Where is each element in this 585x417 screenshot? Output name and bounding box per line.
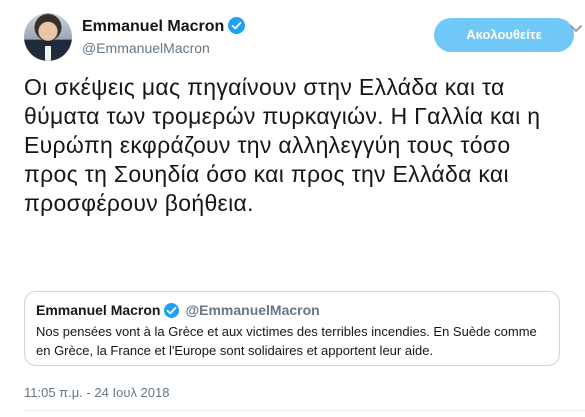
tweet-text: Οι σκέψεις μας πηγαίνουν στην Ελλάδα και… [24, 74, 541, 216]
author-handle[interactable]: @EmmanuelMacron [82, 40, 245, 56]
divider [24, 410, 585, 411]
tweet-timestamp[interactable]: 11:05 π.μ. - 24 Ιουλ 2018 [24, 385, 169, 400]
chevron-down-icon[interactable] [570, 20, 582, 38]
tweet-header: Emmanuel Macron @EmmanuelMacron Ακολουθε… [24, 12, 585, 62]
quoted-author-handle: @EmmanuelMacron [185, 302, 320, 318]
verified-badge-icon [228, 17, 246, 34]
author-name[interactable]: Emmanuel Macron [82, 18, 224, 35]
author-info: Emmanuel Macron @EmmanuelMacron [82, 17, 246, 56]
quoted-tweet[interactable]: Emmanuel Macron @EmmanuelMacron Nos pensé… [24, 291, 560, 366]
verified-badge-icon [164, 303, 180, 318]
quoted-tweet-text: Nos pensées vont à la Grèce et aux victi… [36, 324, 537, 358]
following-button[interactable]: Ακολουθείτε [434, 18, 574, 52]
quoted-author-name: Emmanuel Macron [36, 302, 161, 318]
avatar[interactable] [24, 13, 72, 61]
